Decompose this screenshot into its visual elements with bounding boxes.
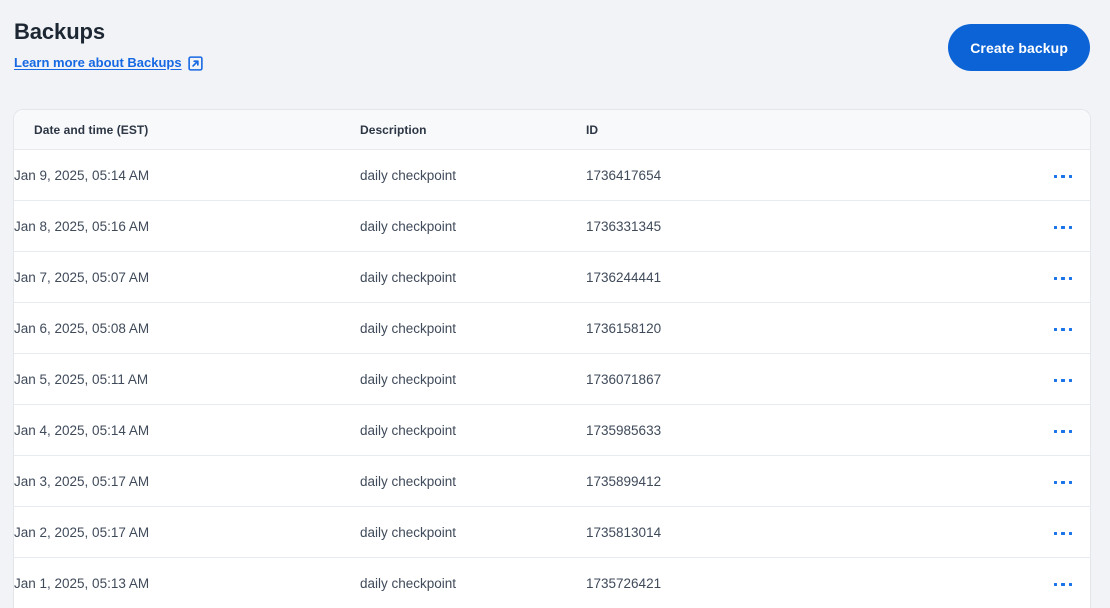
cell-actions	[1016, 405, 1090, 456]
page-title: Backups	[14, 18, 1090, 46]
cell-description: daily checkpoint	[360, 456, 586, 507]
cell-date: Jan 8, 2025, 05:16 AM	[14, 201, 360, 252]
cell-description: daily checkpoint	[360, 303, 586, 354]
cell-actions	[1016, 354, 1090, 405]
dot	[1069, 532, 1073, 536]
more-options-icon[interactable]	[1046, 271, 1081, 287]
column-header-description: Description	[360, 110, 586, 150]
cell-description: daily checkpoint	[360, 558, 586, 608]
dot	[1069, 226, 1073, 230]
cell-id: 1736158120	[586, 303, 1016, 354]
backups-page: Backups Learn more about Backups Create …	[0, 0, 1110, 594]
cell-date: Jan 1, 2025, 05:13 AM	[14, 558, 360, 608]
table-head: Date and time (EST) Description ID	[14, 110, 1090, 150]
table-row: Jan 1, 2025, 05:13 AMdaily checkpoint173…	[14, 558, 1090, 608]
cell-date: Jan 5, 2025, 05:11 AM	[14, 354, 360, 405]
dot	[1069, 430, 1073, 434]
page-header: Backups Learn more about Backups Create …	[0, 0, 1110, 104]
dot	[1054, 277, 1058, 281]
dot	[1069, 328, 1073, 332]
dot	[1069, 277, 1073, 281]
cell-description: daily checkpoint	[360, 201, 586, 252]
cell-id: 1736331345	[586, 201, 1016, 252]
dot	[1054, 532, 1058, 536]
dot	[1061, 328, 1065, 332]
dot	[1061, 583, 1065, 587]
cell-id: 1735813014	[586, 507, 1016, 558]
cell-description: daily checkpoint	[360, 507, 586, 558]
dot	[1061, 175, 1065, 179]
dot	[1054, 481, 1058, 485]
dot	[1061, 277, 1065, 281]
dot	[1069, 175, 1073, 179]
more-options-icon[interactable]	[1046, 424, 1081, 440]
table-row: Jan 8, 2025, 05:16 AMdaily checkpoint173…	[14, 201, 1090, 252]
more-options-icon[interactable]	[1046, 322, 1081, 338]
cell-actions	[1016, 303, 1090, 354]
table-row: Jan 5, 2025, 05:11 AMdaily checkpoint173…	[14, 354, 1090, 405]
cell-description: daily checkpoint	[360, 354, 586, 405]
column-header-date: Date and time (EST)	[14, 110, 360, 150]
dot	[1054, 583, 1058, 587]
cell-description: daily checkpoint	[360, 252, 586, 303]
external-link-icon[interactable]	[188, 55, 204, 71]
cell-date: Jan 4, 2025, 05:14 AM	[14, 405, 360, 456]
cell-actions	[1016, 201, 1090, 252]
cell-date: Jan 2, 2025, 05:17 AM	[14, 507, 360, 558]
dot	[1054, 175, 1058, 179]
more-options-icon[interactable]	[1046, 475, 1081, 491]
learn-more-link[interactable]: Learn more about Backups	[14, 55, 182, 71]
dot	[1061, 532, 1065, 536]
table-row: Jan 2, 2025, 05:17 AMdaily checkpoint173…	[14, 507, 1090, 558]
cell-actions	[1016, 252, 1090, 303]
table-row: Jan 4, 2025, 05:14 AMdaily checkpoint173…	[14, 405, 1090, 456]
more-options-icon[interactable]	[1046, 169, 1081, 185]
dot	[1069, 583, 1073, 587]
dot	[1061, 379, 1065, 383]
cell-id: 1735726421	[586, 558, 1016, 608]
more-options-icon[interactable]	[1046, 373, 1081, 389]
table-row: Jan 9, 2025, 05:14 AMdaily checkpoint173…	[14, 150, 1090, 201]
table-row: Jan 6, 2025, 05:08 AMdaily checkpoint173…	[14, 303, 1090, 354]
backups-table-container: Date and time (EST) Description ID Jan 9…	[14, 110, 1090, 608]
cell-actions	[1016, 150, 1090, 201]
column-header-id: ID	[586, 110, 1016, 150]
dot	[1069, 481, 1073, 485]
table-body: Jan 9, 2025, 05:14 AMdaily checkpoint173…	[14, 150, 1090, 608]
table-row: Jan 3, 2025, 05:17 AMdaily checkpoint173…	[14, 456, 1090, 507]
dot	[1061, 481, 1065, 485]
dot	[1061, 226, 1065, 230]
cell-actions	[1016, 507, 1090, 558]
cell-id: 1735985633	[586, 405, 1016, 456]
learn-more-row: Learn more about Backups	[14, 55, 204, 71]
cell-date: Jan 7, 2025, 05:07 AM	[14, 252, 360, 303]
table-row: Jan 7, 2025, 05:07 AMdaily checkpoint173…	[14, 252, 1090, 303]
cell-id: 1736244441	[586, 252, 1016, 303]
table-header-row: Date and time (EST) Description ID	[14, 110, 1090, 150]
cell-description: daily checkpoint	[360, 150, 586, 201]
cell-date: Jan 3, 2025, 05:17 AM	[14, 456, 360, 507]
backups-table: Date and time (EST) Description ID Jan 9…	[14, 110, 1090, 608]
column-header-actions	[1016, 110, 1090, 150]
cell-actions	[1016, 558, 1090, 608]
cell-id: 1736071867	[586, 354, 1016, 405]
more-options-icon[interactable]	[1046, 220, 1081, 236]
more-options-icon[interactable]	[1046, 577, 1081, 593]
dot	[1069, 379, 1073, 383]
dot	[1054, 328, 1058, 332]
more-options-icon[interactable]	[1046, 526, 1081, 542]
dot	[1054, 430, 1058, 434]
cell-date: Jan 6, 2025, 05:08 AM	[14, 303, 360, 354]
dot	[1061, 430, 1065, 434]
cell-date: Jan 9, 2025, 05:14 AM	[14, 150, 360, 201]
cell-actions	[1016, 456, 1090, 507]
create-backup-button[interactable]: Create backup	[948, 24, 1090, 71]
dot	[1054, 226, 1058, 230]
dot	[1054, 379, 1058, 383]
cell-id: 1736417654	[586, 150, 1016, 201]
cell-description: daily checkpoint	[360, 405, 586, 456]
cell-id: 1735899412	[586, 456, 1016, 507]
